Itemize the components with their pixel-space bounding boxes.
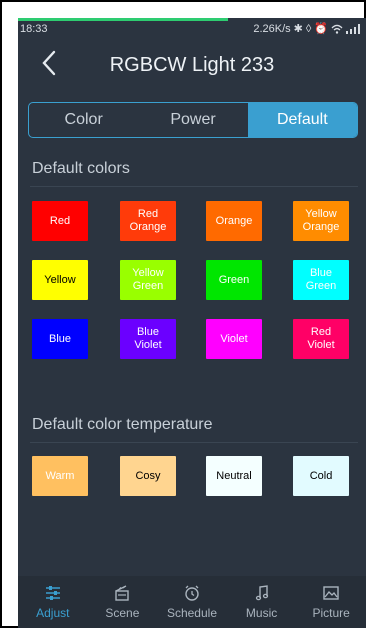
nfc-icon: ◊ (305, 22, 312, 35)
color-swatch[interactable]: Yellow Orange (293, 201, 349, 241)
bottom-tab-scene[interactable]: Scene (88, 576, 158, 628)
color-swatch[interactable]: Blue Violet (120, 319, 176, 359)
color-swatch[interactable]: Blue (32, 319, 88, 359)
default-temp-heading: Default color temperature (32, 416, 213, 433)
bottom-tab-music[interactable]: Music (227, 576, 297, 628)
color-swatch[interactable]: Yellow (32, 260, 88, 300)
bottom-tab-label: Music (245, 606, 278, 620)
color-swatch[interactable]: Orange (206, 201, 262, 241)
bottom-tab-label: Picture (312, 606, 350, 620)
status-time: 18:33 (20, 23, 48, 35)
status-indicators: 2.26K/s ✱ ◊ ⏰ (253, 22, 360, 35)
tab-default[interactable]: Default (247, 103, 357, 137)
app-screen: 18:33 2.26K/s ✱ ◊ ⏰ RGBCW Light 233 Colo… (18, 18, 366, 628)
bottom-tab-adjust[interactable]: Adjust (18, 576, 88, 628)
section-divider (30, 442, 358, 443)
tab-power[interactable]: Power (138, 103, 247, 137)
sliders-icon (45, 586, 60, 600)
color-swatch[interactable]: Blue Green (293, 260, 349, 300)
default-colors-heading: Default colors (32, 160, 130, 177)
wifi-icon (331, 24, 343, 34)
app-header: RGBCW Light 233 (18, 40, 366, 88)
bottom-tab-bar: Adjust Scene Schedule Music Picture (18, 576, 366, 628)
bottom-tab-label: Schedule (166, 606, 217, 620)
bottom-tab-label: Scene (105, 606, 140, 620)
music-note-icon (255, 585, 268, 601)
color-swatch[interactable]: Yellow Green (120, 260, 176, 300)
color-swatch[interactable]: Neutral (206, 456, 262, 496)
color-swatch[interactable]: Cosy (120, 456, 176, 496)
color-swatch[interactable]: Red Orange (120, 201, 176, 241)
picture-icon (323, 586, 339, 600)
color-swatch[interactable]: Red (32, 201, 88, 241)
scene-icon (115, 585, 130, 601)
bottom-tab-schedule[interactable]: Schedule (157, 576, 227, 628)
alarm-icon: ⏰ (314, 23, 328, 35)
alarm-clock-icon (185, 585, 199, 601)
tab-color[interactable]: Color (29, 103, 138, 137)
color-swatch[interactable]: Warm (32, 456, 88, 496)
bottom-tab-label: Adjust (36, 606, 70, 620)
color-swatch[interactable]: Green (206, 260, 262, 300)
status-bar: 18:33 2.26K/s ✱ ◊ ⏰ (18, 18, 366, 40)
bottom-tab-picture[interactable]: Picture (296, 576, 366, 628)
section-divider (30, 186, 358, 187)
color-swatch[interactable]: Red Violet (293, 319, 349, 359)
network-speed: 2.26K/s (253, 22, 291, 35)
color-swatch[interactable]: Cold (293, 456, 349, 496)
signal-icon (346, 23, 360, 34)
loading-progress-line (18, 18, 228, 21)
page-title: RGBCW Light 233 (109, 54, 275, 76)
color-swatch[interactable]: Violet (206, 319, 262, 359)
mode-tabs: Color Power Default (28, 102, 358, 138)
bluetooth-icon: ✱ (293, 23, 303, 35)
